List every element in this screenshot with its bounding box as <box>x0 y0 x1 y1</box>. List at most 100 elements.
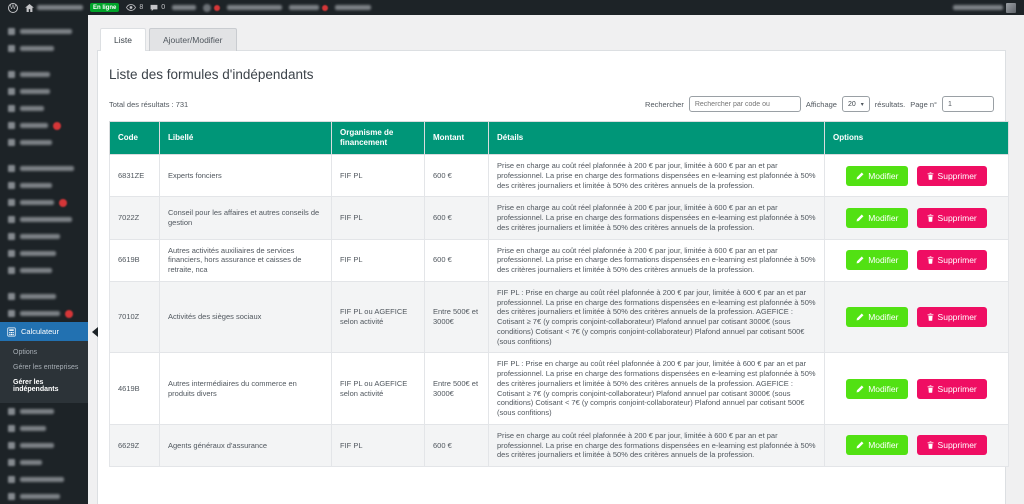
sidebar-item-redacted[interactable] <box>0 288 88 305</box>
views-counter[interactable]: 8 <box>126 4 143 11</box>
sidebar-item-redacted[interactable] <box>0 100 88 117</box>
results-per-page-select[interactable]: 20 ▾ <box>841 96 870 112</box>
menu-icon <box>8 408 15 415</box>
table-row: 6619B Autres activités auxiliaires de se… <box>109 238 1009 282</box>
admin-bar: En ligne 8 0 <box>0 0 1024 15</box>
menu-icon <box>8 182 15 189</box>
account-menu[interactable] <box>953 2 1016 13</box>
sidebar-subitem-gerer-les-entreprises[interactable]: Gérer les entreprises <box>0 360 88 375</box>
supprimer-button[interactable]: Supprimer <box>916 207 987 228</box>
cell-organisme: FIF PL <box>331 423 425 468</box>
cell-organisme: FIF PL <box>331 238 425 282</box>
cell-libelle: Activités des sièges sociaux <box>159 280 332 354</box>
cell-options: Modifier Supprimer <box>824 196 1009 240</box>
cell-organisme: FIF PL <box>331 196 425 240</box>
site-link[interactable] <box>25 3 83 12</box>
sidebar-item-redacted[interactable] <box>0 160 88 177</box>
supprimer-button[interactable]: Supprimer <box>916 250 987 271</box>
sidebar-item-redacted[interactable] <box>0 420 88 437</box>
modifier-button[interactable]: Modifier <box>846 250 909 271</box>
sidebar-item-redacted[interactable] <box>0 40 88 57</box>
sidebar-item-redacted[interactable] <box>0 471 88 488</box>
sidebar-item-redacted[interactable] <box>0 245 88 262</box>
cell-code: 6629Z <box>109 423 160 468</box>
cell-details: Prise en charge au coût réel plafonnée à… <box>488 423 825 468</box>
column-header-details: Détails <box>488 121 825 155</box>
cell-details: Prise en charge au coût réel plafonnée à… <box>488 153 825 198</box>
menu-icon <box>8 293 15 300</box>
cell-montant: Entre 500€ et 3000€ <box>424 352 489 425</box>
sidebar-item-redacted[interactable] <box>0 23 88 40</box>
wordpress-logo-icon[interactable] <box>8 2 18 13</box>
modifier-button[interactable]: Modifier <box>846 165 909 186</box>
supprimer-button[interactable]: Supprimer <box>916 435 987 456</box>
tab-ajouter-modifier[interactable]: Ajouter/Modifier <box>148 28 237 51</box>
menu-icon <box>8 199 15 206</box>
calculator-icon <box>7 327 16 337</box>
plugin-menu-redacted[interactable] <box>203 3 221 12</box>
tab-liste[interactable]: Liste <box>100 28 146 51</box>
modifier-button[interactable]: Modifier <box>846 307 909 327</box>
sidebar-item-redacted[interactable] <box>0 488 88 504</box>
modifier-button[interactable]: Modifier <box>846 435 909 456</box>
sidebar-item-redacted[interactable] <box>0 83 88 100</box>
sidebar-item-redacted[interactable] <box>0 228 88 245</box>
modifier-button[interactable]: Modifier <box>846 378 909 399</box>
menu-icon <box>8 267 15 274</box>
comments-icon <box>150 4 158 11</box>
toolbar-item-redacted[interactable] <box>227 5 283 10</box>
cell-montant: 600 € <box>424 423 489 468</box>
results-per-page-value: 20 <box>847 100 856 108</box>
menu-icon <box>8 233 15 240</box>
sidebar-item-redacted[interactable] <box>0 262 88 279</box>
sidebar-item-redacted[interactable] <box>0 134 88 151</box>
trash-icon <box>927 313 933 321</box>
sidebar-item-redacted[interactable] <box>0 66 88 83</box>
supprimer-button[interactable]: Supprimer <box>916 307 987 327</box>
notification-badge <box>59 198 67 207</box>
table-row: 7010Z Activités des sièges sociaux FIF P… <box>109 280 1009 354</box>
sidebar-item-redacted[interactable] <box>0 305 88 322</box>
sidebar-item-redacted[interactable] <box>0 454 88 471</box>
display-label: Affichage <box>805 99 837 109</box>
cell-details: FIF PL : Prise en charge au coût réel pl… <box>488 352 825 425</box>
sidebar-item-redacted[interactable] <box>0 403 88 420</box>
pencil-icon <box>856 172 864 180</box>
notification-badge <box>53 121 61 130</box>
sidebar-subitem-gerer-les-independants[interactable]: Gérer les indépendants <box>0 375 88 397</box>
trash-icon <box>927 441 933 450</box>
cell-montant: Entre 500€ et 3000€ <box>424 280 489 354</box>
toolbar-row: Total des résultats : 731 Rechercher Aff… <box>109 96 994 112</box>
search-input[interactable] <box>688 96 801 112</box>
sidebar-item-redacted[interactable] <box>0 177 88 194</box>
sidebar-item-redacted[interactable] <box>0 117 88 134</box>
notification-badge <box>322 4 329 11</box>
sidebar-item-redacted[interactable] <box>0 437 88 454</box>
sidebar-item-redacted[interactable] <box>0 194 88 211</box>
table-row: 4619B Autres intermédiaires du commerce … <box>109 352 1009 425</box>
comments-counter[interactable]: 0 <box>150 4 165 12</box>
menu-icon <box>8 88 15 95</box>
sidebar-item-calculateur[interactable]: Calculateur <box>0 322 88 341</box>
results-suffix: résultats. <box>874 99 906 109</box>
toolbar-item-redacted[interactable] <box>289 4 329 11</box>
tab-bar: Liste Ajouter/Modifier <box>88 15 1024 51</box>
table-header-row: Code Libellé Organisme de financement Mo… <box>109 121 1009 155</box>
menu-icon <box>8 459 15 466</box>
new-content-menu[interactable] <box>172 5 197 10</box>
sidebar-item-redacted[interactable] <box>0 211 88 228</box>
table-row: 7022Z Conseil pour les affaires et autre… <box>109 196 1009 240</box>
toolbar-item-redacted[interactable] <box>335 5 372 10</box>
modifier-button[interactable]: Modifier <box>846 207 909 228</box>
eye-icon <box>126 4 137 11</box>
supprimer-button[interactable]: Supprimer <box>916 165 987 186</box>
page-number-input[interactable] <box>942 96 994 112</box>
pencil-icon <box>856 385 864 392</box>
column-header-options: Options <box>824 121 1009 155</box>
supprimer-button[interactable]: Supprimer <box>916 378 987 399</box>
trash-icon <box>927 214 933 222</box>
cell-code: 4619B <box>109 352 160 425</box>
cell-libelle: Experts fonciers <box>159 153 332 198</box>
sidebar-subitem-options[interactable]: Options <box>0 345 88 360</box>
cell-organisme: FIF PL ou AGEFICE selon activité <box>331 352 425 425</box>
